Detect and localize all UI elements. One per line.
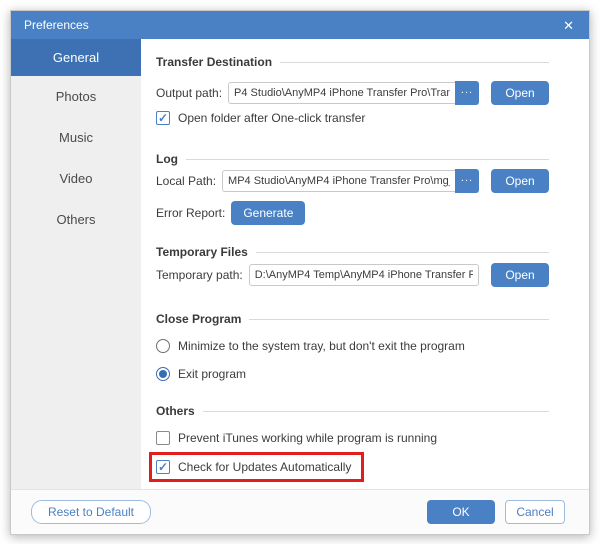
heading-divider bbox=[249, 319, 549, 320]
heading-divider bbox=[256, 252, 549, 253]
section-title: Others bbox=[156, 404, 195, 418]
titlebar: Preferences ✕ bbox=[11, 11, 589, 39]
output-path-open-button[interactable]: Open bbox=[491, 81, 549, 105]
section-heading-close-program: Close Program bbox=[156, 312, 549, 326]
ok-button[interactable]: OK bbox=[427, 500, 495, 524]
check-updates-checkbox-label: Check for Updates Automatically bbox=[178, 460, 351, 474]
local-path-open-button[interactable]: Open bbox=[491, 169, 549, 193]
prevent-itunes-checkbox[interactable] bbox=[156, 431, 170, 445]
local-path-row: Local Path: ... Open bbox=[156, 169, 549, 193]
heading-divider bbox=[280, 62, 549, 63]
temporary-path-open-button[interactable]: Open bbox=[491, 263, 549, 287]
exit-radio[interactable] bbox=[156, 367, 170, 381]
section-heading-transfer-destination: Transfer Destination bbox=[156, 55, 549, 69]
sidebar-item-video[interactable]: Video bbox=[11, 158, 141, 199]
section-heading-others: Others bbox=[156, 404, 549, 418]
minimize-radio-label: Minimize to the system tray, but don't e… bbox=[178, 339, 465, 353]
temporary-path-input[interactable] bbox=[249, 264, 479, 286]
temporary-path-label: Temporary path: bbox=[156, 268, 243, 282]
check-updates-checkbox-row[interactable]: ✓ Check for Updates Automatically bbox=[156, 459, 351, 475]
output-path-row: Output path: ... Open bbox=[156, 81, 549, 105]
dialog-body: General Photos Music Video Others Transf… bbox=[11, 39, 589, 489]
heading-divider bbox=[203, 411, 549, 412]
local-path-input[interactable] bbox=[222, 170, 455, 192]
section-title: Log bbox=[156, 152, 178, 166]
open-folder-checkbox-label: Open folder after One-click transfer bbox=[178, 111, 365, 125]
check-updates-checkbox[interactable]: ✓ bbox=[156, 460, 170, 474]
heading-divider bbox=[186, 159, 549, 160]
sidebar-item-others[interactable]: Others bbox=[11, 199, 141, 240]
minimize-radio[interactable] bbox=[156, 339, 170, 353]
exit-radio-label: Exit program bbox=[178, 367, 246, 381]
section-title: Transfer Destination bbox=[156, 55, 272, 69]
prevent-itunes-checkbox-row[interactable]: Prevent iTunes working while program is … bbox=[156, 430, 549, 446]
section-title: Close Program bbox=[156, 312, 241, 326]
exit-option-row[interactable]: Exit program bbox=[156, 366, 549, 382]
sidebar-item-music[interactable]: Music bbox=[11, 117, 141, 158]
preferences-dialog: Preferences ✕ General Photos Music Video… bbox=[10, 10, 590, 535]
local-path-browse-button[interactable]: ... bbox=[455, 169, 479, 193]
temporary-path-row: Temporary path: Open bbox=[156, 263, 549, 287]
generate-button[interactable]: Generate bbox=[231, 201, 305, 225]
sidebar-item-photos[interactable]: Photos bbox=[11, 76, 141, 117]
dialog-footer: Reset to Default OK Cancel bbox=[11, 489, 589, 534]
page: { "window": { "title": "Preferences" }, … bbox=[0, 0, 600, 544]
output-path-browse-button[interactable]: ... bbox=[455, 81, 479, 105]
output-path-input[interactable] bbox=[228, 82, 455, 104]
section-heading-log: Log bbox=[156, 152, 549, 166]
general-panel: Transfer Destination Output path: ... Op… bbox=[141, 39, 589, 489]
reset-to-default-button[interactable]: Reset to Default bbox=[31, 500, 151, 524]
sidebar: General Photos Music Video Others bbox=[11, 39, 141, 489]
check-icon: ✓ bbox=[158, 112, 168, 124]
window-title: Preferences bbox=[24, 18, 89, 32]
cancel-button[interactable]: Cancel bbox=[505, 500, 565, 524]
open-folder-checkbox-row[interactable]: ✓ Open folder after One-click transfer bbox=[156, 110, 549, 126]
close-icon[interactable]: ✕ bbox=[561, 17, 576, 34]
red-highlight-annotation: ✓ Check for Updates Automatically bbox=[149, 452, 364, 482]
check-updates-row: ✓ Check for Updates Automatically bbox=[156, 452, 549, 482]
error-report-row: Error Report: Generate bbox=[156, 200, 549, 225]
open-folder-checkbox[interactable]: ✓ bbox=[156, 111, 170, 125]
prevent-itunes-checkbox-label: Prevent iTunes working while program is … bbox=[178, 431, 437, 445]
local-path-label: Local Path: bbox=[156, 174, 216, 188]
check-icon: ✓ bbox=[158, 461, 168, 473]
output-path-label: Output path: bbox=[156, 86, 222, 100]
section-heading-temporary-files: Temporary Files bbox=[156, 245, 549, 259]
error-report-label: Error Report: bbox=[156, 206, 225, 220]
minimize-option-row[interactable]: Minimize to the system tray, but don't e… bbox=[156, 338, 549, 354]
section-title: Temporary Files bbox=[156, 245, 248, 259]
sidebar-item-general[interactable]: General bbox=[11, 39, 141, 76]
